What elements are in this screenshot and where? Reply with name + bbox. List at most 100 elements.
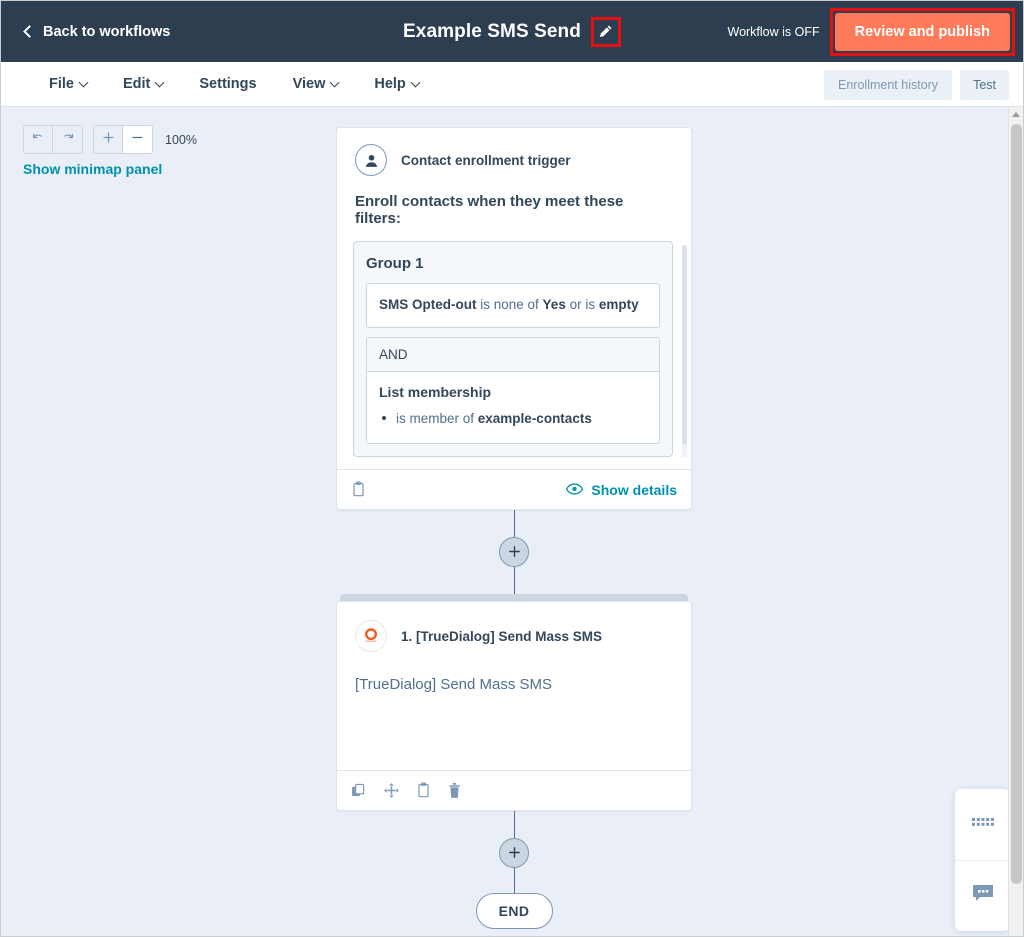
plus-icon <box>508 543 521 562</box>
filter-property-name: SMS Opted-out <box>379 297 477 312</box>
menu-item-settings-label: Settings <box>199 76 257 92</box>
plus-icon <box>508 844 521 863</box>
enrollment-history-button[interactable]: Enrollment history <box>824 69 953 100</box>
chat-bubble-button[interactable] <box>955 860 1010 931</box>
zoom-button-group <box>93 125 153 154</box>
chat-bubble-icon <box>971 883 995 909</box>
menu-item-file[interactable]: File <box>31 70 105 98</box>
move-icon[interactable] <box>383 782 400 799</box>
action-card-body: [TrueDialog] Send Mass SMS <box>355 676 553 694</box>
trash-icon[interactable] <box>447 782 462 799</box>
back-to-workflows-label: Back to workflows <box>43 23 171 40</box>
trigger-filters-scrollbar[interactable] <box>682 245 687 458</box>
page-title: Example SMS Send <box>403 20 581 42</box>
action-card-footer <box>337 770 691 810</box>
chevron-down-icon <box>410 77 421 87</box>
undo-icon <box>31 130 45 149</box>
menu-item-file-label: File <box>49 76 74 92</box>
grid-dots-icon <box>971 816 994 834</box>
clipboard-icon[interactable] <box>416 782 431 799</box>
trigger-card-header: Contact enrollment trigger <box>337 128 691 176</box>
list-membership-items: is member of example-contacts <box>379 409 647 429</box>
menu-item-edit[interactable]: Edit <box>105 70 181 98</box>
menu-item-help-label: Help <box>374 76 406 92</box>
trigger-card-subheading: Enroll contacts when they meet these fil… <box>355 193 624 227</box>
history-button-group <box>23 125 83 154</box>
add-step-button-1[interactable] <box>499 537 529 568</box>
list-membership-operator: is member of <box>396 410 478 426</box>
menu-bar: File Edit Settings View Help Enrollment … <box>1 62 1023 107</box>
trigger-filters-area: Group 1 SMS Opted-out is none of Yes or … <box>337 241 691 458</box>
filter-and-block: AND List membership is member of example… <box>366 336 660 445</box>
list-item: is member of example-contacts <box>379 409 647 429</box>
scroll-up-arrow-icon[interactable] <box>1009 107 1023 122</box>
test-button[interactable]: Test <box>960 69 1009 100</box>
top-bar: Back to workflows Example SMS Send Workf… <box>1 1 1023 62</box>
chevron-down-icon <box>78 77 89 87</box>
redo-icon <box>61 130 75 149</box>
trigger-card-footer: Show details <box>337 469 691 509</box>
canvas-scrollbar[interactable] <box>1008 107 1023 936</box>
chevron-left-icon <box>23 24 36 38</box>
filter-row-list-membership[interactable]: List membership is member of example-con… <box>367 372 659 443</box>
menu-item-view[interactable]: View <box>275 70 357 98</box>
show-details-button[interactable]: Show details <box>566 482 677 498</box>
menu-item-view-label: View <box>292 76 326 92</box>
action-card-header: 1. [TrueDialog] Send Mass SMS <box>337 602 691 653</box>
menu-item-settings[interactable]: Settings <box>181 70 274 98</box>
scrollbar-thumb[interactable] <box>1011 124 1022 884</box>
workflow-canvas[interactable]: 100% Show minimap panel Contact enrollme… <box>1 107 1023 936</box>
canvas-toolbar: 100% <box>23 125 197 154</box>
menu-bar-actions: Enrollment history Test <box>824 62 1009 107</box>
connector-line-1 <box>513 510 515 538</box>
enrollment-trigger-card[interactable]: Contact enrollment trigger Enroll contac… <box>336 127 692 511</box>
clipboard-icon[interactable] <box>351 481 366 498</box>
zoom-level-label: 100% <box>165 132 197 147</box>
show-minimap-panel-link[interactable]: Show minimap panel <box>23 161 162 177</box>
edit-title-button[interactable] <box>590 16 621 47</box>
grid-dots-button[interactable] <box>955 789 1010 860</box>
contact-avatar-icon <box>355 144 387 176</box>
plus-icon <box>102 131 115 149</box>
filter-value-yes: Yes <box>542 297 566 312</box>
end-node: END <box>475 893 553 930</box>
chevron-down-icon <box>154 77 165 87</box>
menu-item-help[interactable]: Help <box>356 70 436 98</box>
undo-button[interactable] <box>23 125 53 154</box>
eye-icon <box>566 482 584 498</box>
chevron-down-icon <box>329 77 340 87</box>
action-card-truedialog-send-mass-sms[interactable]: 1. [TrueDialog] Send Mass SMS [TrueDialo… <box>336 601 692 812</box>
filter-conjunction-text: or is <box>565 297 599 312</box>
review-publish-highlight: Review and publish <box>829 7 1015 56</box>
action-card-wrapper: 1. [TrueDialog] Send Mass SMS [TrueDialo… <box>336 594 692 812</box>
filter-value-empty: empty <box>598 297 639 312</box>
back-to-workflows-link[interactable]: Back to workflows <box>23 23 171 40</box>
filter-operator-and: AND <box>367 337 659 372</box>
floating-help-widget <box>955 789 1010 931</box>
redo-button[interactable] <box>53 125 83 154</box>
pencil-icon <box>598 24 613 39</box>
show-details-label: Show details <box>591 481 677 498</box>
connector-line-4 <box>513 868 515 894</box>
truedialog-logo-icon <box>355 620 387 653</box>
filter-group-1: Group 1 SMS Opted-out is none of Yes or … <box>353 241 673 458</box>
list-membership-value: example-contacts <box>477 410 592 426</box>
connector-line-2 <box>513 567 515 595</box>
list-membership-title: List membership <box>379 383 492 400</box>
action-card-title: 1. [TrueDialog] Send Mass SMS <box>401 628 603 644</box>
filter-operator-text: is none of <box>476 297 543 312</box>
filter-group-title: Group 1 <box>366 255 424 272</box>
top-bar-right: Workflow is OFF Review and publish <box>728 1 1024 62</box>
add-step-button-2[interactable] <box>499 838 529 869</box>
workflow-status-text: Workflow is OFF <box>727 24 820 39</box>
minus-icon <box>131 131 144 149</box>
zoom-out-button[interactable] <box>123 125 153 154</box>
workflow-flow-column: Contact enrollment trigger Enroll contac… <box>336 127 692 930</box>
trigger-card-title: Contact enrollment trigger <box>401 152 571 168</box>
menu-item-edit-label: Edit <box>122 76 151 92</box>
review-and-publish-button[interactable]: Review and publish <box>834 12 1010 51</box>
workflow-editor-app: Back to workflows Example SMS Send Workf… <box>0 0 1024 937</box>
filter-row-sms-opted-out[interactable]: SMS Opted-out is none of Yes or is empty <box>366 283 660 328</box>
duplicate-icon[interactable] <box>351 783 367 799</box>
zoom-in-button[interactable] <box>93 125 123 154</box>
